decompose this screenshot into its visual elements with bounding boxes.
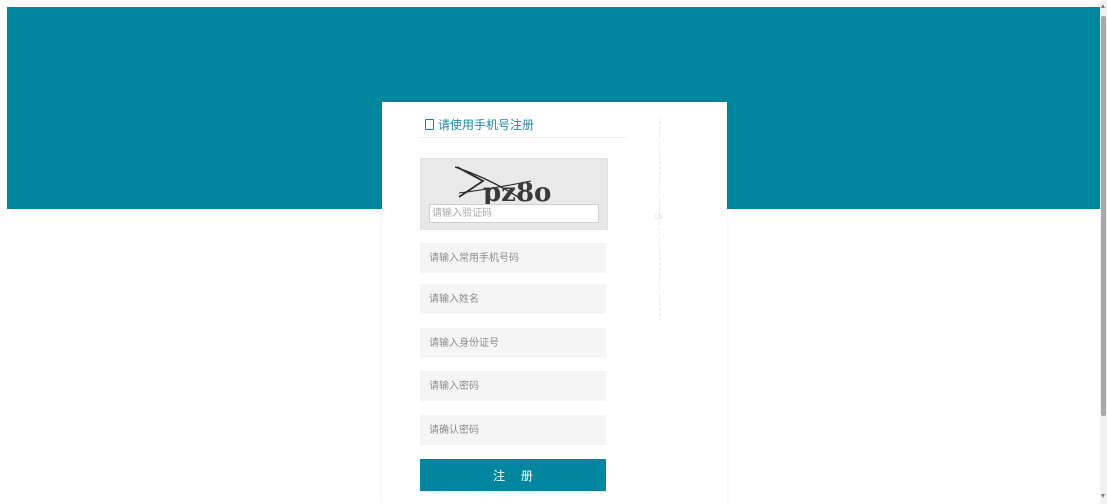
mobile-phone-icon (425, 119, 434, 130)
id-number-input[interactable] (420, 328, 606, 358)
confirm-password-input[interactable] (420, 415, 606, 445)
scroll-down-arrow-icon[interactable] (1101, 494, 1105, 498)
scrollbar-thumb[interactable] (1101, 16, 1106, 416)
phone-input[interactable] (420, 243, 606, 273)
captcha-image[interactable]: pz8o (421, 159, 607, 204)
register-card: 请使用手机号注册 CN pz8o 注 册 (382, 102, 727, 504)
page: 请使用手机号注册 CN pz8o 注 册 (0, 0, 1107, 504)
form-title-text: 请使用手机号注册 (438, 118, 535, 132)
password-input[interactable] (420, 371, 606, 401)
scroll-up-arrow-icon[interactable] (1101, 4, 1105, 8)
form-title: 请使用手机号注册 (425, 116, 534, 133)
captcha-text: pz8o (483, 178, 551, 204)
captcha-input[interactable] (429, 204, 599, 223)
title-divider (420, 137, 626, 138)
side-mark: CN (654, 214, 663, 221)
name-input[interactable] (420, 284, 606, 314)
captcha-panel: pz8o (420, 158, 608, 230)
register-button[interactable]: 注 册 (420, 459, 606, 491)
